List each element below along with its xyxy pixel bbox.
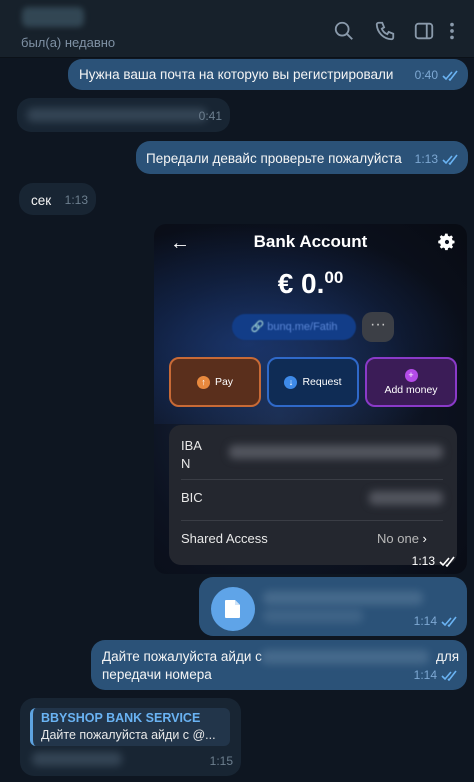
message-meta: 0:40 (415, 66, 460, 85)
message-time: 1:15 (209, 754, 233, 768)
message-text: Дайте пожалуйста айди с (102, 649, 262, 664)
message-meta: 1:13 (415, 150, 460, 169)
double-check-icon (441, 616, 457, 627)
blurred-text (261, 650, 429, 664)
shared-access-value: No one › (377, 531, 427, 546)
iban-value-blurred (229, 445, 443, 459)
message-file[interactable]: 1:14 (199, 577, 467, 636)
message-meta: 1:14 (414, 612, 459, 631)
message-meta: 1:14 (414, 666, 459, 685)
message-outgoing[interactable]: Нужна ваша почта на которую вы регистрир… (68, 59, 468, 90)
phone-icon[interactable] (374, 20, 396, 42)
double-check-icon (442, 154, 458, 165)
message-meta: 1:15 (210, 752, 233, 771)
message-time: 1:13 (414, 152, 438, 166)
message-meta: 0:41 (199, 107, 222, 126)
payment-link: 🔗 bunq.me/Fatih (232, 314, 356, 340)
reply-quote[interactable]: BBYSHOP BANK SERVICE Дайте пожалуйста ай… (30, 708, 230, 746)
contact-name-blurred[interactable] (22, 7, 84, 27)
reply-title: BBYSHOP BANK SERVICE (41, 711, 201, 725)
double-check-icon (441, 670, 457, 681)
message-incoming[interactable]: 0:41 (17, 98, 230, 132)
account-details-card: IBA N BIC Shared Access No one › (169, 425, 457, 565)
divider (181, 520, 443, 521)
message-text: передачи номера (102, 667, 212, 682)
add-money-button: + Add money (365, 357, 457, 407)
message-image[interactable]: ← Bank Account € 0.00 🔗 bunq.me/Fatih ··… (154, 224, 467, 574)
message-outgoing[interactable]: Дайте пожалуйста айди с для передачи ном… (91, 640, 467, 690)
chat-header: был(а) недавно (0, 0, 474, 58)
pay-button: ↑ Pay (169, 357, 261, 407)
shared-access-label: Shared Access (181, 531, 268, 546)
message-text: Передали девайс проверьте пожалуйста (146, 151, 402, 166)
message-meta: 1:13 (412, 554, 457, 568)
plus-icon: + (404, 368, 418, 382)
more-button: ··· (362, 312, 394, 342)
message-incoming[interactable]: сек 1:13 (19, 183, 96, 215)
request-button: ↓ Request (267, 357, 359, 407)
message-time: 1:13 (64, 193, 88, 207)
message-time: 1:13 (411, 554, 435, 568)
sidebar-toggle-icon[interactable] (413, 20, 435, 42)
file-icon[interactable] (211, 587, 255, 631)
bic-label: BIC (181, 490, 203, 505)
reply-text: Дайте пожалуйста айди с @... (41, 728, 216, 742)
gear-icon (438, 233, 455, 251)
blurred-text (32, 752, 122, 766)
arrow-down-icon: ↓ (284, 375, 298, 389)
bank-title: Bank Account (253, 232, 368, 251)
message-meta: 1:13 (65, 191, 88, 210)
message-outgoing[interactable]: Передали девайс проверьте пожалуйста 1:1… (136, 141, 468, 174)
more-vertical-icon[interactable] (446, 20, 458, 42)
blurred-text (27, 108, 207, 122)
arrow-up-icon: ↑ (196, 375, 210, 389)
file-name-blurred (263, 591, 423, 605)
message-time: 1:14 (413, 668, 437, 682)
divider (181, 479, 443, 480)
message-incoming[interactable]: BBYSHOP BANK SERVICE Дайте пожалуйста ай… (20, 698, 241, 776)
contact-status: был(а) недавно (21, 35, 116, 50)
file-size-blurred (263, 609, 363, 623)
message-text: сек (31, 193, 52, 208)
message-text: для (436, 649, 460, 664)
double-check-icon (439, 556, 455, 567)
balance: € 0.00 (277, 268, 344, 299)
iban-label: IBA N (181, 438, 202, 471)
search-icon[interactable] (333, 20, 355, 42)
bic-value-blurred (369, 491, 443, 505)
chevron-right-icon: › (422, 531, 427, 546)
message-text: Нужна ваша почта на которую вы регистрир… (79, 67, 394, 82)
double-check-icon (442, 70, 458, 81)
message-time: 1:14 (413, 614, 437, 628)
message-time: 0:41 (198, 109, 222, 123)
message-time: 0:40 (414, 68, 438, 82)
